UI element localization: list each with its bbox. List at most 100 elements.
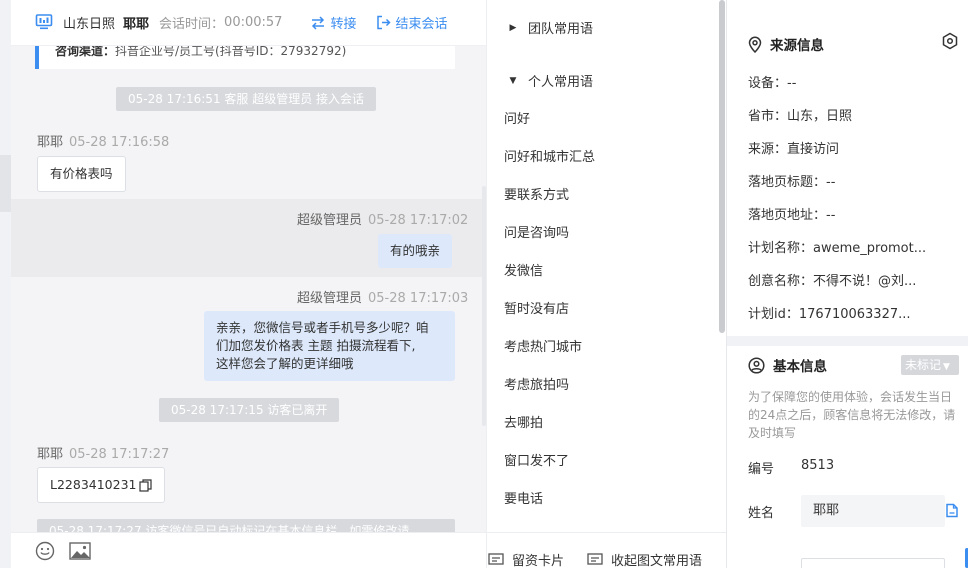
phrase-item[interactable]: 要联系方式 (504, 184, 569, 203)
section-divider (727, 336, 968, 346)
message-list: 咨询渠道：抖音企业号/员工号(抖音号ID：27932792) 05-28 17:… (11, 46, 486, 532)
province-city-info: 省市：山东，日照 (748, 109, 853, 124)
phrase-item[interactable]: 要电话 (504, 488, 543, 507)
transfer-label: 转接 (330, 17, 357, 32)
source-info-title-text: 来源信息 (770, 38, 824, 54)
lead-card-button[interactable]: 留资卡片 (487, 550, 564, 568)
caret-right-icon: ▶ (509, 22, 517, 33)
chat-workspace: 山东日照 耶耶 会话时间： 00:00:57 转接 结束会话 咨询渠道：抖音企业… (0, 0, 968, 568)
emoji-icon[interactable] (35, 541, 55, 561)
creative-name: 创意名称：不得不说！@刘... (748, 274, 917, 289)
monitor-icon (35, 13, 55, 33)
edit-note-icon[interactable] (945, 503, 959, 522)
quick-phrases-panel: ▶ 团队常用语 ▼ 个人常用语 问好 问好和城市汇总 要联系方式 问是咨询吗 发… (486, 0, 727, 568)
end-session-label: 结束会话 (395, 17, 448, 32)
phrase-group-personal[interactable]: ▼ 个人常用语 (487, 71, 593, 90)
plan-id: 计划id：176710063327... (748, 307, 911, 322)
outgoing-message: 亲亲，您微信号或者手机号多少呢？咱 们加您发价格表 主题 拍摄流程看下, 这样您… (204, 311, 455, 381)
phrase-item[interactable]: 发微信 (504, 260, 543, 279)
number-label: 编号 (748, 462, 775, 477)
caret-down-icon: ▼ (943, 362, 950, 372)
landing-page-title: 落地页标题：-- (748, 175, 836, 190)
collapse-phrases-button[interactable]: 收起图文常用语 (587, 550, 702, 568)
message-meta: 超级管理员 05-28 17:17:03 (297, 287, 468, 306)
source-info-title: 来源信息 (748, 34, 824, 54)
message-meta: 耶耶 05-28 17:17:27 (37, 443, 169, 462)
logout-icon (377, 15, 392, 30)
transfer-button[interactable]: 转接 (310, 13, 356, 32)
end-session-button[interactable]: 结束会话 (376, 13, 447, 32)
phrases-scrollbar[interactable] (719, 0, 725, 333)
name-label: 姓名 (748, 506, 775, 521)
phrases-footer: 留资卡片 收起图文常用语 (487, 532, 727, 568)
left-edge-strip (0, 155, 11, 212)
chat-header: 山东日照 耶耶 会话时间： 00:00:57 转接 结束会话 (11, 0, 486, 46)
system-message-tagged: 05-28 17:17:27 访客微信号已自动标记在基本信息栏，如需修改请 (37, 519, 455, 532)
card-icon (488, 552, 504, 565)
phrase-item[interactable]: 问是咨询吗 (504, 222, 569, 241)
message-square-icon (587, 552, 603, 565)
message-time: 05-28 17:17:27 (69, 447, 170, 462)
phrase-group-label: 团队常用语 (528, 22, 594, 37)
tag-dropdown-label: 未标记 (905, 358, 942, 372)
message-text: L2283410231 (50, 477, 137, 492)
phrase-item[interactable]: 问好和城市汇总 (504, 146, 595, 165)
source-info: 来源：直接访问 (748, 142, 840, 157)
chat-toolbar (11, 532, 486, 568)
message-meta: 耶耶 05-28 17:16:58 (37, 131, 169, 150)
note-line: 为了保障您的使用体验，会话发生当日 (748, 390, 953, 404)
visitor-info-panel: 来源信息 设备：-- 省市：山东，日照 来源：直接访问 落地页标题：-- 落地页… (726, 0, 968, 568)
session-time: 00:00:57 (224, 15, 283, 30)
phrase-group-team[interactable]: ▶ 团队常用语 (487, 18, 593, 37)
basic-info-title: 基本信息 (748, 355, 827, 375)
consult-channel-value: 抖音企业号/员工号(抖音号ID：27932792) (115, 46, 347, 58)
incoming-message: L2283410231 (37, 467, 165, 503)
name-field[interactable]: 耶耶 (801, 495, 945, 527)
transfer-icon (312, 15, 325, 30)
basic-info-title-text: 基本信息 (773, 359, 827, 375)
sender-name: 超级管理员 (297, 291, 363, 306)
outgoing-message: 有的哦亲 (378, 234, 453, 268)
incoming-message: 有价格表吗 (37, 156, 126, 192)
collapse-phrases-label: 收起图文常用语 (611, 554, 703, 568)
device-info: 设备：-- (748, 76, 797, 91)
landing-page-url: 落地页地址：-- (748, 208, 836, 223)
location-pin-icon (748, 36, 762, 53)
consult-channel-card: 咨询渠道：抖音企业号/员工号(抖音号ID：27932792) (35, 46, 455, 69)
phrase-item[interactable]: 去哪拍 (504, 412, 543, 431)
sender-name: 超级管理员 (297, 213, 363, 228)
copy-icon[interactable] (138, 478, 152, 492)
message-line: 这样您会了解的更详细哦 (216, 356, 354, 371)
chat-panel: 山东日照 耶耶 会话时间： 00:00:57 转接 结束会话 咨询渠道：抖音企业… (11, 0, 486, 568)
message-time: 05-28 17:17:03 (368, 291, 469, 306)
tag-dropdown[interactable]: 未标记 ▼ (901, 355, 959, 375)
image-icon[interactable] (69, 541, 91, 560)
phrase-item[interactable]: 考虑热门城市 (504, 336, 582, 355)
visitor-name: 耶耶 (123, 17, 150, 32)
message-meta: 超级管理员 05-28 17:17:02 (297, 209, 468, 228)
edit-deadline-note: 为了保障您的使用体验，会话发生当日 的24点之后，顾客信息将无法修改，请 及时填… (748, 388, 960, 442)
caret-down-icon: ▼ (509, 75, 517, 86)
message-line: 们加您发价格表 主题 拍摄流程看下, (216, 338, 416, 353)
view-toggle-icon[interactable] (941, 32, 959, 54)
message-line: 亲亲，您微信号或者手机号多少呢？咱 (216, 320, 429, 335)
plan-name: 计划名称：aweme_promot... (748, 241, 927, 256)
visitor-region: 山东日照 (63, 17, 116, 32)
phrase-item[interactable]: 问好 (504, 108, 530, 127)
system-message-join: 05-28 17:16:51 客服 超级管理员 接入会话 (116, 87, 377, 111)
session-time-label: 会话时间： (159, 17, 225, 32)
consult-channel-label: 咨询渠道： (55, 46, 116, 58)
user-circle-icon (748, 356, 765, 374)
note-line: 的24点之后，顾客信息将无法修改，请 (748, 408, 956, 422)
sender-name: 耶耶 (37, 447, 64, 462)
phrase-group-label: 个人常用语 (528, 75, 594, 90)
sender-name: 耶耶 (37, 135, 64, 150)
system-message-left: 05-28 17:17:15 访客已离开 (159, 398, 340, 422)
message-time: 05-28 17:17:02 (368, 213, 469, 228)
note-line: 及时填写 (748, 426, 797, 440)
phrase-item[interactable]: 窗口发不了 (504, 450, 569, 469)
next-field[interactable] (801, 558, 945, 568)
phrase-item[interactable]: 考虑旅拍吗 (504, 374, 569, 393)
phrase-item[interactable]: 暂时没有店 (504, 298, 569, 317)
number-value: 8513 (801, 458, 835, 473)
